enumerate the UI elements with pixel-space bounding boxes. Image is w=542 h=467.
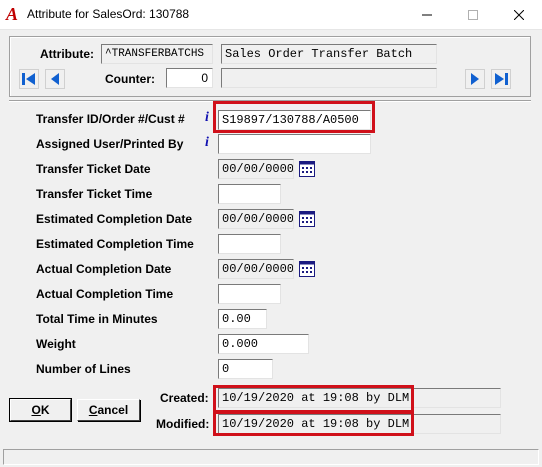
created-highlight xyxy=(213,385,414,413)
actual-completion-date-field[interactable]: 00/00/0000 xyxy=(218,259,294,279)
modified-highlight xyxy=(213,411,414,436)
counter-field[interactable]: 0 xyxy=(166,68,213,88)
cancel-accelerator: C xyxy=(88,403,98,417)
actual-completion-date-calendar-icon[interactable] xyxy=(299,261,315,277)
title-bar: A Attribute for SalesOrd: 130788 xyxy=(0,0,542,30)
cancel-label-rest: ancel xyxy=(97,403,129,417)
assigned-user-field[interactable] xyxy=(218,134,371,154)
last-record-icon xyxy=(495,73,508,85)
close-icon xyxy=(514,10,524,20)
number-of-lines-field[interactable]: 0 xyxy=(218,359,273,379)
number-of-lines-label: Number of Lines xyxy=(36,362,131,376)
maximize-icon xyxy=(468,10,478,20)
actual-completion-time-field[interactable] xyxy=(218,284,281,304)
next-record-icon xyxy=(471,73,479,85)
estimated-completion-date-label: Estimated Completion Date xyxy=(36,212,193,226)
first-record-button[interactable] xyxy=(19,69,39,89)
weight-label: Weight xyxy=(36,337,76,351)
transfer-ticket-date-label: Transfer Ticket Date xyxy=(36,162,151,176)
ok-button[interactable]: OK xyxy=(9,398,72,422)
attribute-description-field: Sales Order Transfer Batch xyxy=(221,44,437,64)
transfer-ticket-date-field[interactable]: 00/00/0000 xyxy=(218,159,294,179)
ok-accelerator: O xyxy=(31,403,41,417)
counter-extra-field xyxy=(221,68,437,88)
transfer-ticket-date-calendar-icon[interactable] xyxy=(299,161,315,177)
attribute-code-field: ^TRANSFERBATCHS xyxy=(101,44,213,64)
assigned-user-label: Assigned User/Printed By xyxy=(36,137,184,151)
actual-completion-date-label: Actual Completion Date xyxy=(36,262,172,276)
estimated-completion-time-field[interactable] xyxy=(218,234,281,254)
created-label: Created: xyxy=(160,391,209,405)
total-time-label: Total Time in Minutes xyxy=(36,312,158,326)
transfer-ticket-time-field[interactable] xyxy=(218,184,281,204)
weight-field[interactable]: 0.000 xyxy=(218,334,309,354)
total-time-field[interactable]: 0.00 xyxy=(218,309,267,329)
estimated-completion-date-field[interactable]: 00/00/0000 xyxy=(218,209,294,229)
minimize-icon xyxy=(422,14,432,16)
transfer-id-label: Transfer ID/Order #/Cust # xyxy=(36,112,185,126)
status-bar xyxy=(3,449,539,465)
window-title: Attribute for SalesOrd: 130788 xyxy=(27,7,190,21)
transfer-ticket-time-label: Transfer Ticket Time xyxy=(36,187,153,201)
cancel-button[interactable]: Cancel xyxy=(77,399,140,421)
minimize-button[interactable] xyxy=(404,0,450,30)
counter-label: Counter: xyxy=(105,72,155,86)
estimated-completion-date-calendar-icon[interactable] xyxy=(299,211,315,227)
transfer-id-highlight xyxy=(213,101,375,133)
app-logo-icon: A xyxy=(6,4,19,24)
attribute-label: Attribute: xyxy=(40,47,94,61)
previous-record-button[interactable] xyxy=(45,69,65,89)
close-button[interactable] xyxy=(496,0,542,30)
estimated-completion-time-label: Estimated Completion Time xyxy=(36,237,194,251)
actual-completion-time-label: Actual Completion Time xyxy=(36,287,174,301)
maximize-button[interactable] xyxy=(450,0,496,30)
next-record-button[interactable] xyxy=(465,69,485,89)
last-record-button[interactable] xyxy=(491,69,511,89)
modified-label: Modified: xyxy=(156,417,210,431)
first-record-icon xyxy=(22,73,35,85)
ok-label-rest: K xyxy=(40,403,50,417)
previous-record-icon xyxy=(51,73,59,85)
assigned-user-info-icon[interactable]: i xyxy=(205,136,215,150)
